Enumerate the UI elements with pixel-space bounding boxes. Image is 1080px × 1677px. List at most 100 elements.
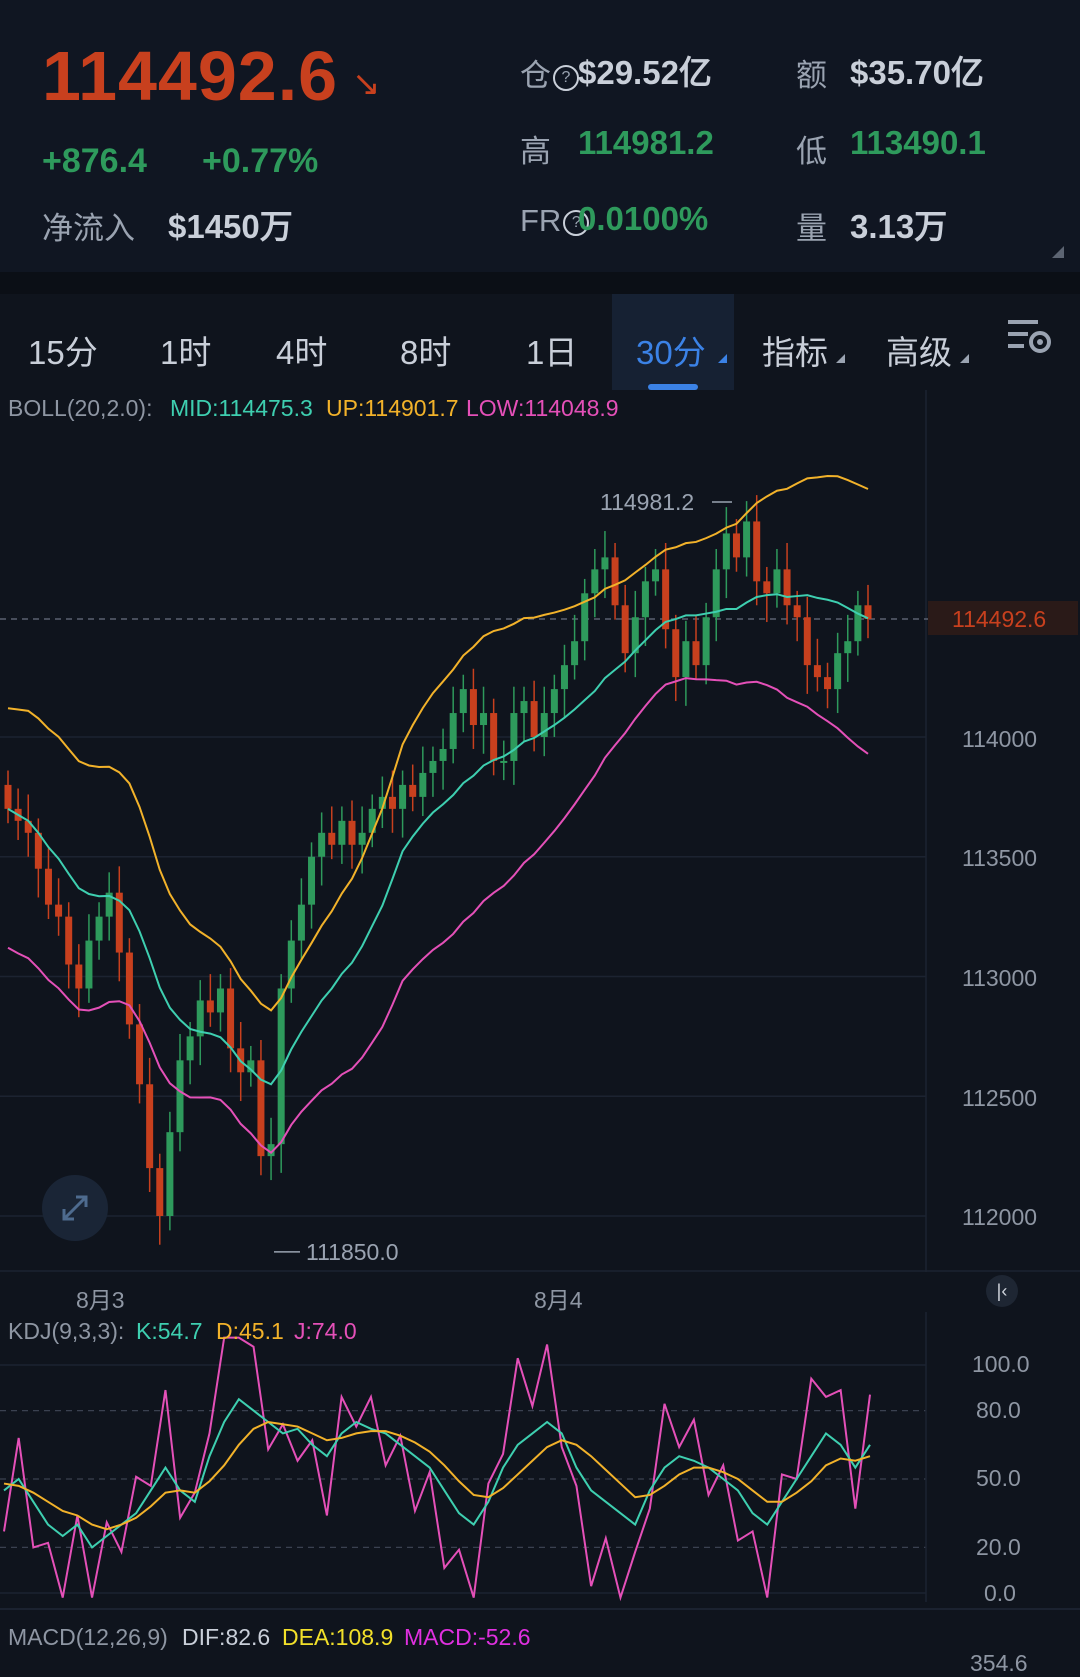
boll-up: UP:114901.7 <box>326 395 459 421</box>
candle-body <box>439 748 447 761</box>
tab-1d[interactable]: 1日 <box>526 326 577 374</box>
candle-body <box>469 689 477 726</box>
candle-body <box>834 653 842 690</box>
kdj-j-line <box>3 1336 871 1602</box>
candle-body <box>449 713 457 749</box>
macd-dif: DIF:82.6 <box>182 1624 271 1650</box>
net-inflow-label: 净流入 <box>42 211 135 246</box>
kdj-axis-label: 50.0 <box>976 1465 1021 1491</box>
macd-label: MACD(12,26,9) <box>8 1624 168 1650</box>
candle-body <box>692 641 700 666</box>
high-value: 114981.2 <box>578 124 714 161</box>
candle-body <box>216 988 224 1013</box>
boll-low: LOW:114048.9 <box>466 395 619 421</box>
candle-body <box>186 1036 194 1061</box>
macd-dea: DEA:108.9 <box>282 1624 394 1650</box>
candle-body <box>702 617 710 666</box>
candle-body <box>4 784 12 809</box>
candle-body <box>591 569 599 594</box>
low-marker: 111850.0 <box>306 1239 399 1265</box>
kdj-d-line <box>3 1420 871 1531</box>
scroll-to-latest-button[interactable]: |‹ <box>986 1275 1018 1307</box>
current-price-tag: 114492.6 <box>928 601 1078 635</box>
candle-body <box>530 701 538 737</box>
candle-body <box>783 569 791 606</box>
open-interest-value: $29.52亿 <box>578 54 712 91</box>
high-label: 高 <box>520 134 551 169</box>
candle-body <box>773 569 781 594</box>
candle-body <box>146 1084 154 1169</box>
candle-body <box>409 784 417 797</box>
amount-value: $35.70亿 <box>850 54 984 91</box>
tab-15m[interactable]: 15分 <box>28 326 98 374</box>
candle-body <box>348 820 356 845</box>
fullscreen-button[interactable] <box>42 1175 108 1241</box>
candle-body <box>318 832 326 857</box>
candle-body <box>560 665 568 690</box>
open-interest-label: 仓? <box>520 50 579 95</box>
chart-settings-icon[interactable] <box>1006 316 1054 360</box>
candle-body <box>399 784 407 809</box>
low-label: 低 <box>796 134 827 169</box>
candle-body <box>328 832 336 845</box>
tab-advanced[interactable]: 高级 <box>886 326 952 374</box>
price-change-percent: +0.77% <box>202 142 319 180</box>
tab-30m[interactable]: 30分 <box>636 326 706 374</box>
tab-1h[interactable]: 1时 <box>160 326 211 374</box>
last-price: 114492.6 <box>42 37 339 115</box>
candle-body <box>136 1024 144 1085</box>
kdj-axis-label: 80.0 <box>976 1397 1021 1423</box>
macd-axis-label: 354.6 <box>970 1650 1028 1676</box>
candle-body <box>550 689 558 714</box>
candle-body <box>641 581 649 618</box>
kdj-k: K:54.7 <box>136 1318 203 1344</box>
volume-value: 3.13万 <box>850 208 948 245</box>
candle-body <box>652 569 660 582</box>
funding-rate-value: 0.0100% <box>578 200 709 237</box>
candle-body <box>125 952 133 1025</box>
candle-body <box>429 760 437 773</box>
candle-body <box>722 533 730 570</box>
candle-body <box>500 760 508 763</box>
candle-body <box>621 605 629 654</box>
tab-4h[interactable]: 4时 <box>276 326 327 374</box>
divider <box>0 1608 1080 1610</box>
expand-arrows-icon <box>62 1195 88 1221</box>
net-inflow-value: $1450万 <box>168 208 293 245</box>
candle-body <box>793 605 801 618</box>
candlestick-chart[interactable] <box>0 390 1080 1272</box>
candle-body <box>571 641 579 666</box>
tab-8h[interactable]: 8时 <box>400 326 451 374</box>
candle-body <box>854 605 862 642</box>
candle-body <box>753 521 761 582</box>
candle-body <box>803 617 811 666</box>
expand-corner-icon[interactable] <box>1052 246 1064 258</box>
boll-mid: MID:114475.3 <box>170 395 313 421</box>
price-change: +876.4 <box>42 142 147 180</box>
price-axis-label: 113500 <box>962 845 1038 871</box>
high-marker: 114981.2 <box>600 489 695 515</box>
candle-body <box>166 1132 174 1216</box>
dropdown-triangle-icon <box>718 354 727 363</box>
down-arrow-icon: ↘ <box>352 65 381 103</box>
price-axis-label: 112500 <box>962 1085 1038 1111</box>
candle-body <box>520 701 528 714</box>
candle-body <box>672 629 680 678</box>
tab-indicators[interactable]: 指标 <box>762 326 828 374</box>
candle-body <box>601 557 609 570</box>
candle-body <box>844 641 852 654</box>
candle-body <box>34 832 42 869</box>
candle-body <box>510 713 518 761</box>
candle-body <box>419 772 427 797</box>
divider <box>0 272 1080 294</box>
price-axis-label: 112000 <box>962 1204 1038 1230</box>
candle-body <box>743 521 751 558</box>
candle-body <box>156 1168 164 1216</box>
low-value: 113490.1 <box>850 124 986 161</box>
help-icon[interactable]: ? <box>553 64 579 91</box>
candle-body <box>65 916 73 965</box>
date-label: 8月4 <box>534 1287 583 1313</box>
candle-body <box>85 940 93 989</box>
candle-body <box>44 868 52 905</box>
amount-label: 额 <box>796 58 827 93</box>
